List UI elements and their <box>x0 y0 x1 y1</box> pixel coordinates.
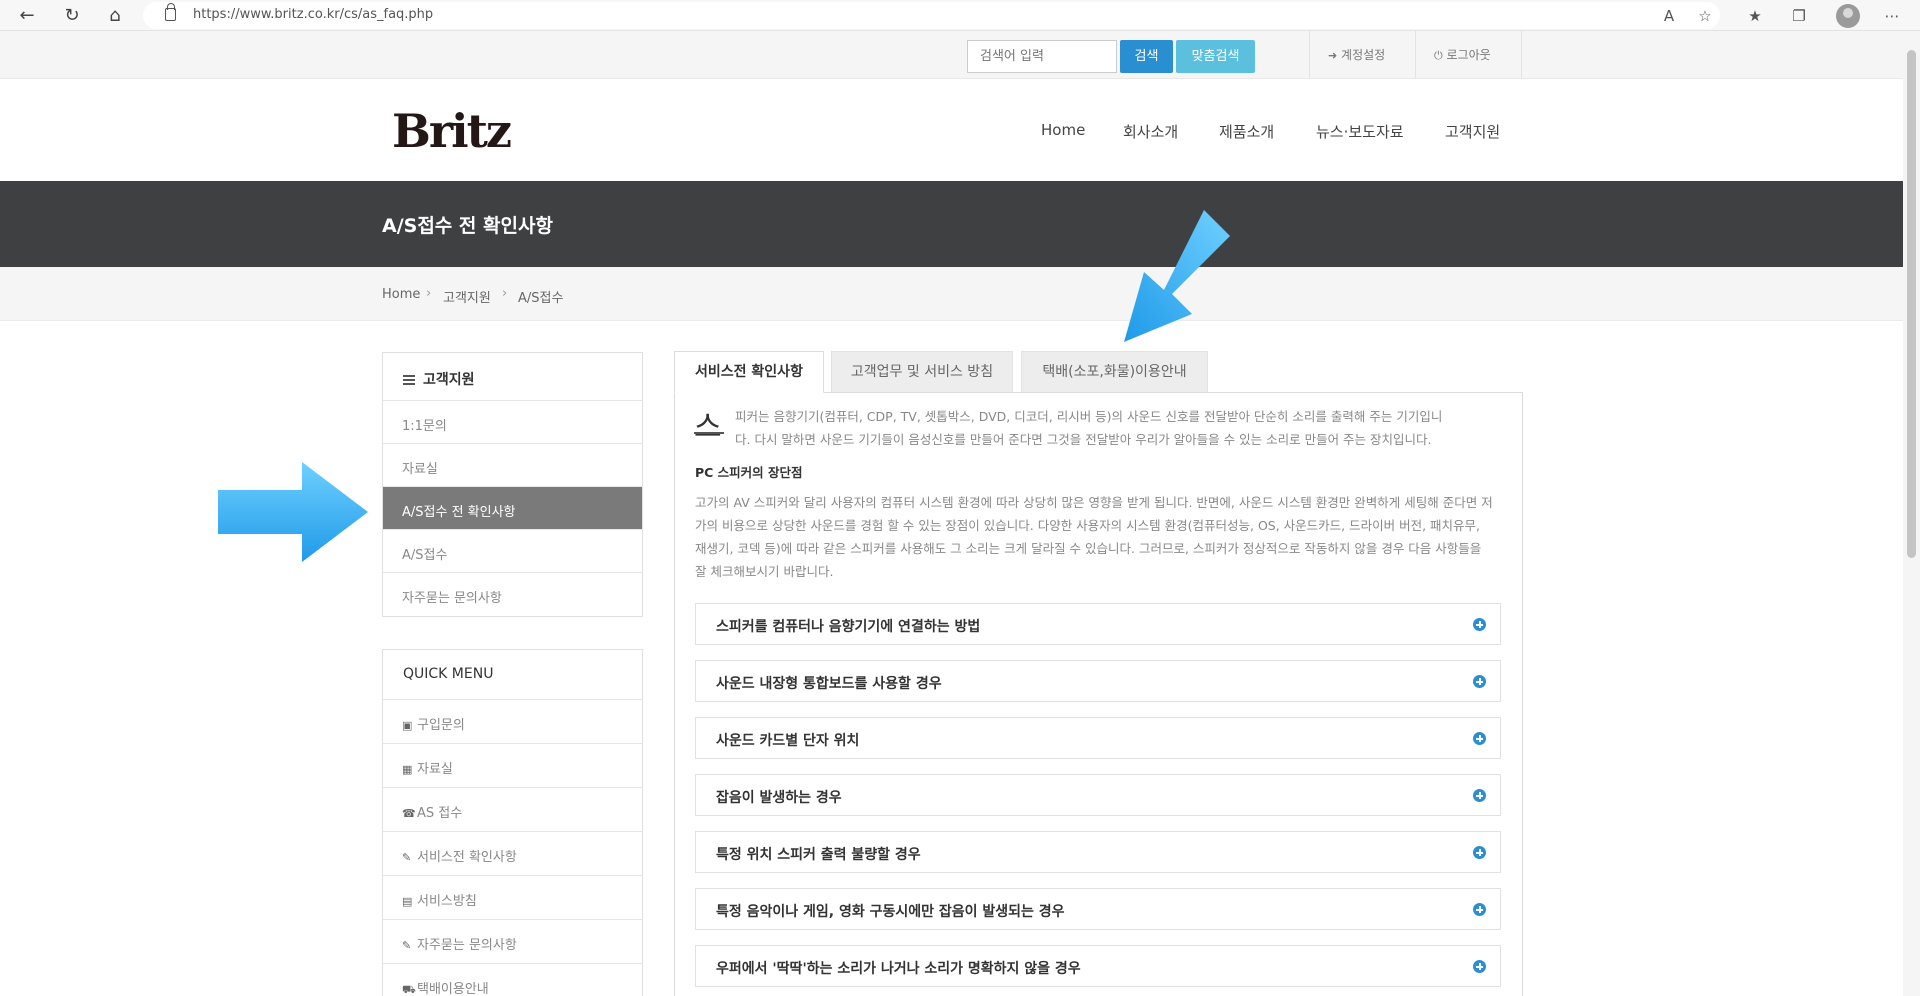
account-settings-link[interactable]: ➜ 계정설정 <box>1328 46 1385 63</box>
nav-products[interactable]: 제품소개 <box>1219 121 1274 142</box>
back-icon[interactable]: ← <box>13 2 41 30</box>
divider <box>1521 31 1522 78</box>
britz-logo[interactable]: Britz <box>392 104 512 158</box>
browser-toolbar: ← ↻ ⌂ https://www.britz.co.kr/cs/as_faq.… <box>0 0 1920 31</box>
breadcrumb-home[interactable]: Home <box>382 287 420 302</box>
sidebar-item-as-check[interactable]: A/S접수 전 확인사항 <box>383 487 642 530</box>
lock-icon <box>165 3 176 21</box>
breadcrumb: Home › 고객지원 › A/S접수 <box>0 267 1903 321</box>
faq-item[interactable]: 특정 위치 스피커 출력 불량할 경우 <box>695 831 1501 873</box>
page-title: A/S접수 전 확인사항 <box>382 215 553 237</box>
sidebar-item-faq[interactable]: 자주묻는 문의사항 <box>383 573 642 616</box>
scrollbar-thumb[interactable] <box>1907 50 1916 558</box>
sidebar-item-archive[interactable]: 자료실 <box>383 444 642 487</box>
tab-service-policy[interactable]: 고객업무 및 서비스 방침 <box>831 351 1013 393</box>
quick-item-purchase[interactable]: ▣ 구입문의 <box>383 700 642 744</box>
truck-icon: ⛟ <box>402 983 416 996</box>
nav-news[interactable]: 뉴스·보도자료 <box>1316 121 1404 142</box>
dropcap-underline <box>694 432 724 434</box>
cart-icon: ▣ <box>402 719 413 732</box>
chevron-right-icon: › <box>502 286 508 301</box>
arrow-right-annotation <box>218 462 368 562</box>
menu-icon <box>403 375 415 385</box>
logout-link[interactable]: ⏻ 로그아웃 <box>1434 46 1491 63</box>
plus-circle-icon[interactable] <box>1473 789 1486 802</box>
nav-home[interactable]: Home <box>1041 121 1085 139</box>
faq-title: 잡음이 발생하는 경우 <box>716 790 842 806</box>
quick-menu-heading: QUICK MENU <box>383 650 642 700</box>
edit-icon: ✎ <box>402 939 412 952</box>
plus-circle-icon[interactable] <box>1473 618 1486 631</box>
plus-circle-icon[interactable] <box>1473 732 1486 745</box>
favorite-add-icon[interactable]: ☆ <box>1693 4 1717 28</box>
faq-item[interactable]: 스피커를 컴퓨터나 음향기기에 연결하는 방법 <box>695 603 1501 645</box>
faq-title: 사운드 내장형 통합보드를 사용할 경우 <box>716 676 942 692</box>
tab-service-check[interactable]: 서비스전 확인사항 <box>674 351 824 393</box>
divider <box>1415 31 1416 78</box>
divider <box>1309 31 1310 78</box>
breadcrumb-support[interactable]: 고객지원 <box>443 287 491 306</box>
faq-item[interactable]: 우퍼에서 '딱딱'하는 소리가 나거나 소리가 명확하지 않을 경우 <box>695 945 1501 987</box>
faq-title: 우퍼에서 '딱딱'하는 소리가 나거나 소리가 명확하지 않을 경우 <box>716 961 1081 977</box>
sign-in-icon: ➜ <box>1328 49 1338 62</box>
document-icon: ▤ <box>402 895 413 908</box>
sidebar-heading: 고객지원 <box>383 353 642 401</box>
sidebar-support: 고객지원 1:1문의 자료실 A/S접수 전 확인사항 A/S접수 자주묻는 문… <box>382 352 643 617</box>
faq-item[interactable]: 잡음이 발생하는 경우 <box>695 774 1501 816</box>
refresh-icon[interactable]: ↻ <box>58 2 86 30</box>
nav-company[interactable]: 회사소개 <box>1123 121 1178 142</box>
power-icon: ⏻ <box>1434 49 1443 62</box>
site-header: Britz Home 회사소개 제품소개 뉴스·보도자료 고객지원 <box>0 80 1903 181</box>
faq-title: 사운드 카드별 단자 위치 <box>716 733 860 749</box>
faq-item[interactable]: 특정 음악이나 게임, 영화 구동시에만 잡음이 발생되는 경우 <box>695 888 1501 930</box>
sub-heading: PC 스피커의 장단점 <box>695 465 803 480</box>
phone-icon: ☎ <box>402 807 416 820</box>
intro-text-line1: 피커는 음향기기(컴퓨터, CDP, TV, 셋톱박스, DVD, 디코더, 리… <box>735 409 1443 424</box>
title-banner: A/S접수 전 확인사항 <box>0 181 1903 267</box>
quick-item-policy[interactable]: ▤ 서비스방침 <box>383 876 642 920</box>
faq-title: 스피커를 컴퓨터나 음향기기에 연결하는 방법 <box>716 619 981 635</box>
quick-menu: QUICK MENU ▣ 구입문의 ▦ 자료실 ☎AS 접수 ✎ 서비스전 확인사항 … <box>382 649 643 996</box>
faq-item[interactable]: 사운드 카드별 단자 위치 <box>695 717 1501 759</box>
utility-bar: 검색 맞춤검색 ➜ 계정설정 ⏻ 로그아웃 <box>0 31 1903 79</box>
search-button[interactable]: 검색 <box>1120 40 1173 73</box>
more-menu-icon[interactable]: ⋯ <box>1880 4 1904 28</box>
quick-item-delivery[interactable]: ⛟택배이용안내 <box>383 964 642 996</box>
faq-item[interactable]: 사운드 내장형 통합보드를 사용할 경우 <box>695 660 1501 702</box>
search-input[interactable] <box>967 40 1117 73</box>
body-text: 고가의 AV 스피커와 달리 사용자의 컴퓨터 시스템 환경에 따라 상당히 많… <box>695 495 1493 579</box>
plus-circle-icon[interactable] <box>1473 960 1486 973</box>
save-icon: ▦ <box>402 763 413 776</box>
plus-circle-icon[interactable] <box>1473 903 1486 916</box>
faq-title: 특정 위치 스피커 출력 불량할 경우 <box>716 847 921 863</box>
sidebar-item-as-receipt[interactable]: A/S접수 <box>383 530 642 573</box>
quick-item-archive[interactable]: ▦ 자료실 <box>383 744 642 788</box>
url-text: https://www.britz.co.kr/cs/as_faq.php <box>193 7 434 22</box>
address-bar[interactable]: https://www.britz.co.kr/cs/as_faq.php <box>143 2 1720 29</box>
quick-item-faq[interactable]: ✎ 자주묻는 문의사항 <box>383 920 642 964</box>
edit-icon: ✎ <box>402 851 412 864</box>
chevron-right-icon: › <box>426 286 432 301</box>
breadcrumb-as[interactable]: A/S접수 <box>518 287 563 306</box>
collections-icon[interactable]: ❐ <box>1787 4 1811 28</box>
sidebar-item-inquiry[interactable]: 1:1문의 <box>383 401 642 444</box>
plus-circle-icon[interactable] <box>1473 846 1486 859</box>
dropcap: 스 <box>694 410 722 445</box>
arrow-down-left-annotation <box>1124 210 1230 342</box>
intro-text-line2: 다. 다시 말하면 사운드 기기들이 음성신호를 만들어 준다면 그것을 전달받… <box>735 432 1432 447</box>
read-aloud-icon[interactable]: A <box>1657 4 1681 28</box>
faq-title: 특정 음악이나 게임, 영화 구동시에만 잡음이 발생되는 경우 <box>716 904 1065 920</box>
quick-item-as[interactable]: ☎AS 접수 <box>383 788 642 832</box>
profile-avatar[interactable] <box>1836 4 1860 28</box>
home-icon[interactable]: ⌂ <box>101 2 129 30</box>
plus-circle-icon[interactable] <box>1473 675 1486 688</box>
quick-item-service-check[interactable]: ✎ 서비스전 확인사항 <box>383 832 642 876</box>
nav-support[interactable]: 고객지원 <box>1445 121 1500 142</box>
tab-delivery-guide[interactable]: 택배(소포,화물)이용안내 <box>1021 351 1208 393</box>
favorites-icon[interactable]: ★ <box>1743 4 1767 28</box>
custom-search-button[interactable]: 맞춤검색 <box>1176 40 1255 73</box>
